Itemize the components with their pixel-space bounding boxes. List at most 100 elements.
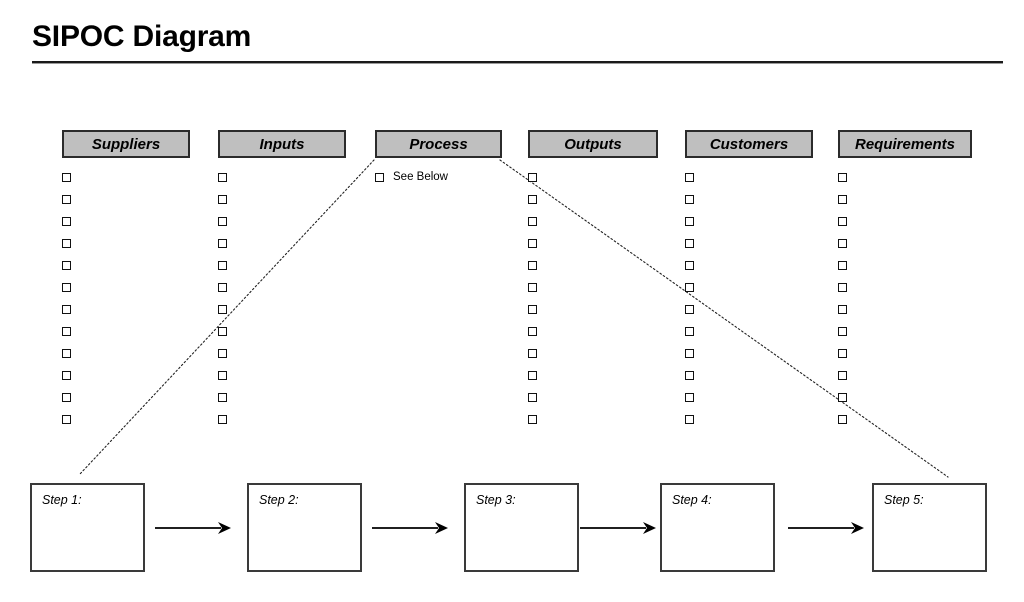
checkbox-icon[interactable]: [218, 349, 229, 360]
process-step-box[interactable]: Step 2:: [247, 483, 362, 572]
list-item[interactable]: [218, 260, 346, 282]
list-item[interactable]: [838, 392, 972, 414]
list-item[interactable]: [528, 326, 658, 348]
checkbox-icon[interactable]: [62, 261, 73, 272]
list-item[interactable]: [62, 172, 190, 194]
list-item[interactable]: [218, 370, 346, 392]
list-item[interactable]: [62, 282, 190, 304]
checkbox-icon[interactable]: [218, 393, 229, 404]
column-header-inputs[interactable]: Inputs: [218, 130, 346, 158]
list-item[interactable]: [838, 370, 972, 392]
list-item[interactable]: [528, 414, 658, 436]
checkbox-icon[interactable]: [528, 239, 539, 250]
list-item[interactable]: [62, 238, 190, 260]
list-item[interactable]: [838, 238, 972, 260]
list-item[interactable]: [528, 370, 658, 392]
checkbox-icon[interactable]: [528, 415, 539, 426]
checkbox-icon[interactable]: [62, 349, 73, 360]
list-item[interactable]: [528, 348, 658, 370]
list-item[interactable]: [218, 392, 346, 414]
checkbox-icon[interactable]: [218, 371, 229, 382]
list-item[interactable]: [685, 348, 813, 370]
checkbox-icon[interactable]: [218, 217, 229, 228]
checkbox-icon[interactable]: [685, 371, 696, 382]
checkbox-icon[interactable]: [685, 261, 696, 272]
list-item[interactable]: [838, 282, 972, 304]
checkbox-icon[interactable]: [218, 239, 229, 250]
list-item[interactable]: [62, 414, 190, 436]
checkbox-icon[interactable]: [62, 393, 73, 404]
checkbox-icon[interactable]: [838, 283, 849, 294]
checkbox-icon[interactable]: [838, 393, 849, 404]
list-item[interactable]: [838, 216, 972, 238]
checkbox-icon[interactable]: [685, 327, 696, 338]
checkbox-icon[interactable]: [375, 173, 386, 184]
checkbox-icon[interactable]: [218, 305, 229, 316]
checkbox-icon[interactable]: [62, 217, 73, 228]
list-item[interactable]: [528, 194, 658, 216]
checkbox-icon[interactable]: [62, 195, 73, 206]
checkbox-icon[interactable]: [528, 305, 539, 316]
checkbox-icon[interactable]: [62, 327, 73, 338]
list-item[interactable]: [62, 348, 190, 370]
list-item[interactable]: [838, 172, 972, 194]
checkbox-icon[interactable]: [218, 261, 229, 272]
list-item[interactable]: [685, 260, 813, 282]
process-step-box[interactable]: Step 5:: [872, 483, 987, 572]
list-item[interactable]: [528, 216, 658, 238]
checkbox-icon[interactable]: [685, 349, 696, 360]
list-item[interactable]: [218, 304, 346, 326]
list-item[interactable]: [218, 238, 346, 260]
checkbox-icon[interactable]: [528, 371, 539, 382]
list-item[interactable]: [685, 392, 813, 414]
list-item[interactable]: [218, 414, 346, 436]
list-item[interactable]: [62, 216, 190, 238]
list-item[interactable]: [528, 238, 658, 260]
checkbox-icon[interactable]: [528, 349, 539, 360]
list-item[interactable]: [685, 370, 813, 392]
list-item[interactable]: [528, 172, 658, 194]
list-item[interactable]: [685, 282, 813, 304]
column-header-customers[interactable]: Customers: [685, 130, 813, 158]
list-item[interactable]: [838, 260, 972, 282]
list-item[interactable]: [62, 260, 190, 282]
list-item[interactable]: [528, 282, 658, 304]
list-item[interactable]: [838, 348, 972, 370]
checkbox-icon[interactable]: [838, 217, 849, 228]
list-item[interactable]: [218, 216, 346, 238]
list-item[interactable]: [528, 392, 658, 414]
checkbox-icon[interactable]: [528, 195, 539, 206]
process-step-box[interactable]: Step 4:: [660, 483, 775, 572]
checkbox-icon[interactable]: [62, 371, 73, 382]
checkbox-icon[interactable]: [218, 283, 229, 294]
list-item[interactable]: [528, 260, 658, 282]
checkbox-icon[interactable]: [685, 393, 696, 404]
checkbox-icon[interactable]: [62, 283, 73, 294]
column-header-suppliers[interactable]: Suppliers: [62, 130, 190, 158]
checkbox-icon[interactable]: [685, 217, 696, 228]
checkbox-icon[interactable]: [218, 195, 229, 206]
list-item[interactable]: [685, 326, 813, 348]
checkbox-icon[interactable]: [685, 195, 696, 206]
checkbox-icon[interactable]: [838, 415, 849, 426]
column-header-outputs[interactable]: Outputs: [528, 130, 658, 158]
checkbox-icon[interactable]: [685, 283, 696, 294]
checkbox-icon[interactable]: [528, 261, 539, 272]
checkbox-icon[interactable]: [685, 239, 696, 250]
list-item[interactable]: [62, 370, 190, 392]
checkbox-icon[interactable]: [218, 415, 229, 426]
checkbox-icon[interactable]: [528, 283, 539, 294]
checkbox-icon[interactable]: [838, 371, 849, 382]
column-header-requirements[interactable]: Requirements: [838, 130, 972, 158]
checkbox-icon[interactable]: [838, 173, 849, 184]
list-item[interactable]: [685, 172, 813, 194]
checkbox-icon[interactable]: [62, 239, 73, 250]
list-item[interactable]: [218, 326, 346, 348]
list-item[interactable]: [62, 194, 190, 216]
checkbox-icon[interactable]: [218, 327, 229, 338]
checkbox-icon[interactable]: [62, 173, 73, 184]
checkbox-icon[interactable]: [838, 305, 849, 316]
column-header-process[interactable]: Process: [375, 130, 502, 158]
list-item[interactable]: [62, 392, 190, 414]
checkbox-icon[interactable]: [528, 393, 539, 404]
